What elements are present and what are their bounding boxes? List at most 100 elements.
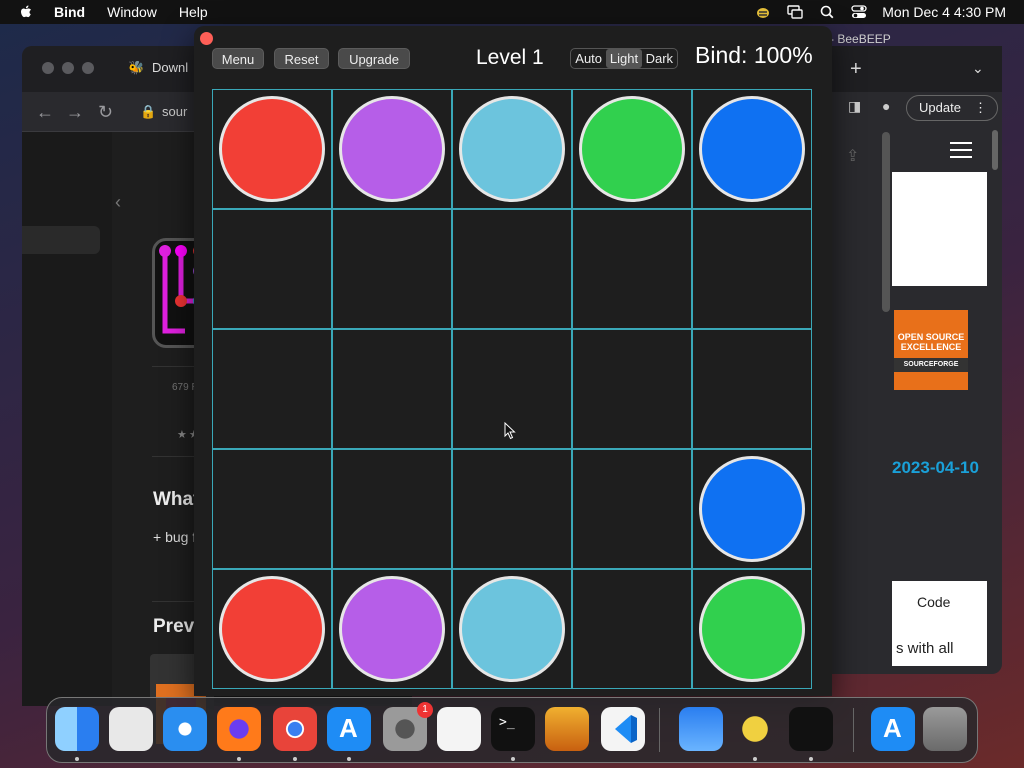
apple-icon[interactable] [18,4,34,20]
game-board[interactable] [212,89,812,689]
weather-icon[interactable] [679,707,723,751]
green-endpoint-dot[interactable] [579,96,685,202]
window-close-button[interactable] [200,32,213,45]
grid-cell-r3-c1[interactable] [332,449,452,569]
grid-cell-r0-c0[interactable] [212,89,332,209]
hamburger-menu-icon[interactable] [950,142,972,158]
grid-cell-r2-c0[interactable] [212,329,332,449]
grid-cell-r3-c3[interactable] [572,449,692,569]
menu-button[interactable]: Menu [212,48,264,69]
control-center-icon[interactable] [850,4,868,20]
page-scrollbar[interactable] [992,130,998,170]
menu-app-name[interactable]: Bind [54,4,85,20]
blue-endpoint-dot[interactable] [699,96,805,202]
grid-cell-r3-c2[interactable] [452,449,572,569]
finder-icon[interactable] [55,707,99,751]
grid-cell-r4-c1[interactable] [332,569,452,689]
forward-arrow-icon[interactable]: → [66,102,84,123]
background-beebeep-window[interactable]: + ⌄ ⇪ ◨ ● Update ⋮ OPEN SOURCE EXCELLENCE… [832,46,1002,674]
reset-button[interactable]: Reset [274,48,329,69]
sourceforge-badge[interactable]: OPEN SOURCE EXCELLENCE SOURCEFORGE [894,310,968,390]
running-indicator [293,757,297,761]
grid-cell-r1-c2[interactable] [452,209,572,329]
launchpad-icon[interactable] [109,707,153,751]
menu-window[interactable]: Window [107,4,157,20]
green-endpoint-dot[interactable] [699,576,805,682]
terminal-icon[interactable]: >_ [491,707,535,751]
update-button[interactable]: Update ⋮ [906,95,998,121]
reload-icon[interactable]: ↻ [98,102,113,123]
running-indicator [347,757,351,761]
new-tab-plus-icon[interactable]: + [850,58,862,81]
upgrade-button[interactable]: Upgrade [338,48,410,69]
menu-clock[interactable]: Mon Dec 4 4:30 PM [882,4,1006,20]
running-indicator [753,757,757,761]
grid-cell-r4-c4[interactable] [692,569,812,689]
chrome-icon[interactable] [273,707,317,751]
chevron-left-icon[interactable]: ‹ [115,192,121,213]
theme-option-light[interactable]: Light [606,49,642,68]
window-close-inactive[interactable] [42,62,54,74]
grid-cell-r4-c2[interactable] [452,569,572,689]
scrollbar[interactable] [882,132,890,312]
level-label: Level 1 [476,46,544,69]
purple-endpoint-dot[interactable] [339,576,445,682]
grid-cell-r0-c2[interactable] [452,89,572,209]
grid-cell-r3-c0[interactable] [212,449,332,569]
dock-separator [659,708,660,752]
red-endpoint-dot[interactable] [219,576,325,682]
window-zoom-inactive[interactable] [82,62,94,74]
grid-cell-r2-c1[interactable] [332,329,452,449]
sidebar-item-selected[interactable] [22,226,100,254]
grid-cell-r1-c3[interactable] [572,209,692,329]
firefox-icon[interactable] [217,707,261,751]
theme-option-auto[interactable]: Auto [571,49,606,68]
badge-source: SOURCEFORGE [894,358,968,372]
more-vertical-icon[interactable]: ⋮ [974,96,987,120]
address-bar-text[interactable]: sour [162,104,187,119]
back-arrow-icon[interactable]: ← [36,102,54,123]
theme-option-dark[interactable]: Dark [642,49,677,68]
cyan-endpoint-dot[interactable] [459,96,565,202]
grid-cell-r3-c4[interactable] [692,449,812,569]
garageband-icon[interactable] [545,707,589,751]
app-store-icon[interactable]: A [327,707,371,751]
profile-icon[interactable]: ● [882,98,890,114]
grid-cell-r1-c4[interactable] [692,209,812,329]
spotlight-search-icon[interactable] [818,4,836,20]
trash-icon[interactable] [923,707,967,751]
grid-cell-r2-c4[interactable] [692,329,812,449]
grid-cell-r1-c0[interactable] [212,209,332,329]
badge-text: OPEN SOURCE EXCELLENCE [897,332,965,352]
window-minimize-inactive[interactable] [62,62,74,74]
beebeep-status-icon[interactable] [754,4,772,20]
purple-endpoint-dot[interactable] [339,96,445,202]
bind-icon[interactable] [789,707,833,751]
chevron-down-icon[interactable]: ⌄ [972,60,984,77]
release-date: 2023-04-10 [892,458,979,477]
red-endpoint-dot[interactable] [219,96,325,202]
grid-cell-r2-c3[interactable] [572,329,692,449]
grid-cell-r4-c3[interactable] [572,569,692,689]
menu-bar: Bind Window Help Mon Dec 4 4:30 PM [0,0,1024,24]
browser-tab-label[interactable]: Downl [152,60,188,75]
blue-endpoint-dot[interactable] [699,456,805,562]
app-store-downloads-icon[interactable]: A [871,707,915,751]
grid-cell-r4-c0[interactable] [212,569,332,689]
sidebar-toggle-icon[interactable]: ◨ [848,98,861,115]
share-icon[interactable]: ⇪ [846,146,859,166]
grid-cell-r0-c4[interactable] [692,89,812,209]
code-link[interactable]: Code [917,594,950,610]
grid-cell-r0-c3[interactable] [572,89,692,209]
vscode-icon[interactable] [601,707,645,751]
textedit-icon[interactable] [437,707,481,751]
lock-icon: 🔒 [140,104,157,119]
safari-icon[interactable] [163,707,207,751]
grid-cell-r0-c1[interactable] [332,89,452,209]
screen-mirroring-icon[interactable] [786,4,804,20]
menu-help[interactable]: Help [179,4,208,20]
grid-cell-r1-c1[interactable] [332,209,452,329]
cyan-endpoint-dot[interactable] [459,576,565,682]
body-text: s with all [896,640,954,657]
beebeep-icon[interactable] [733,707,777,751]
